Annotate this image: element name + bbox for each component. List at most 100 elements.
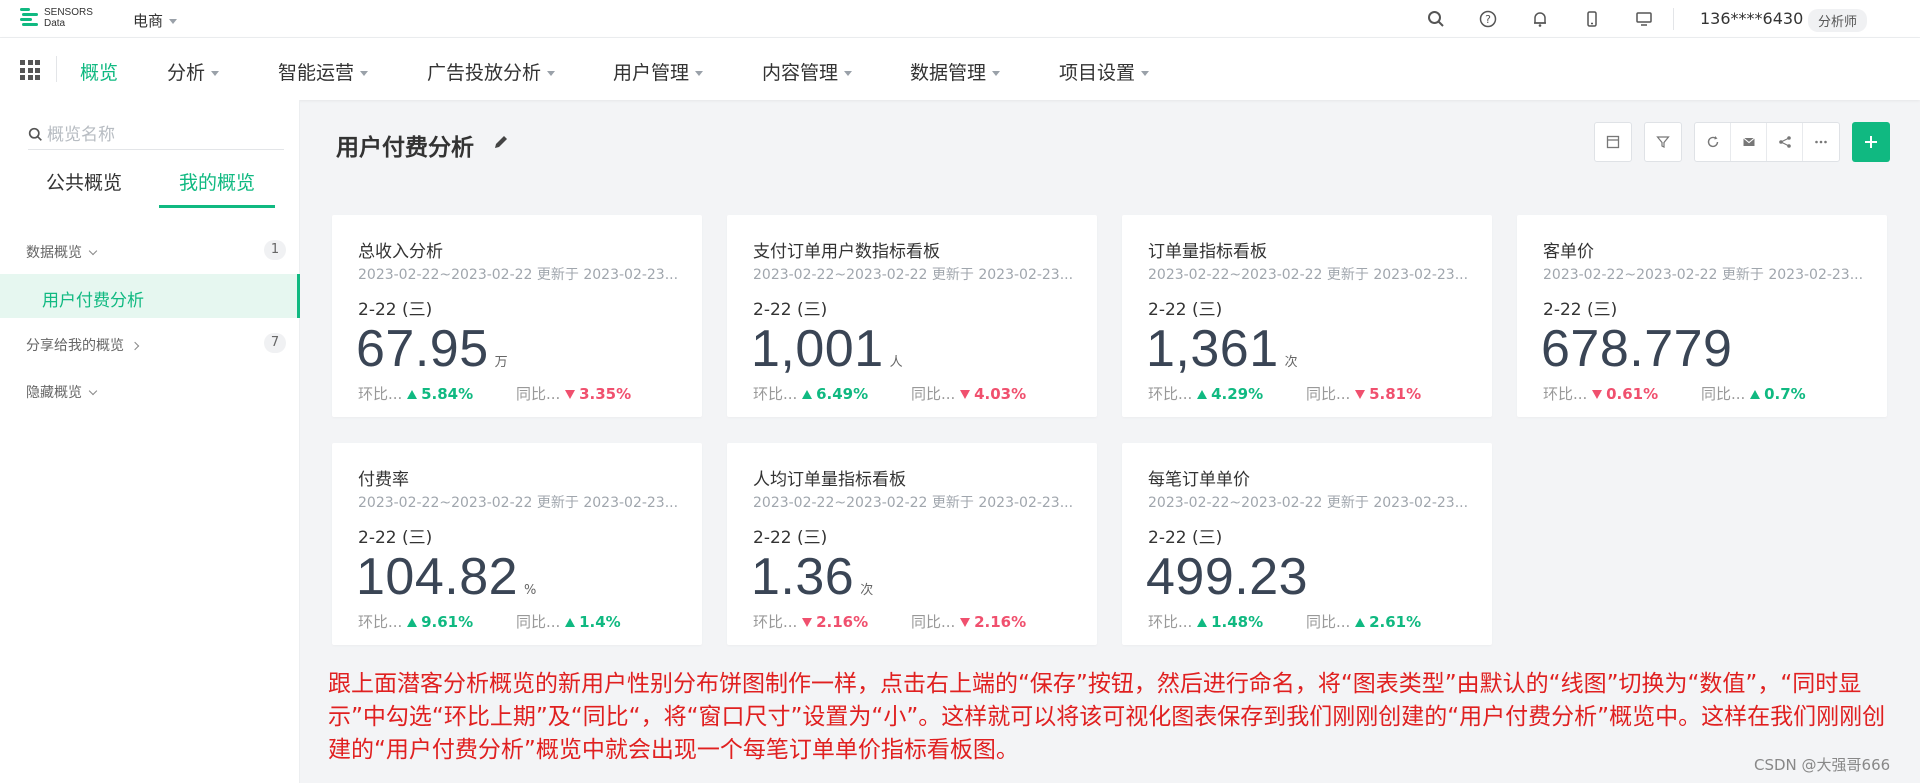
- trend-arrow-icon: [407, 390, 418, 399]
- caret-down-icon: [169, 19, 178, 24]
- dashboard-card[interactable]: 总收入分析 2023-02-22~2023-02-22 更新于 2023-02-…: [332, 215, 702, 417]
- card-meta: 2023-02-22~2023-02-22 更新于 2023-02-23...: [358, 495, 679, 511]
- group-data-overview[interactable]: 数据概览 1: [26, 240, 286, 262]
- card-compare-period: 环比... 4.29%: [1148, 383, 1263, 404]
- project-name: 电商: [133, 12, 164, 30]
- more-icon[interactable]: [1803, 123, 1839, 161]
- user-name[interactable]: 136****6430: [1700, 9, 1803, 28]
- add-button[interactable]: [1852, 122, 1890, 162]
- share-icon[interactable]: [1767, 123, 1803, 161]
- compare-label: 同比...: [911, 385, 956, 403]
- trend-arrow-icon: [565, 618, 576, 627]
- compare-value: 4.03%: [974, 385, 1027, 403]
- nav-item-user-mgmt[interactable]: 用户管理: [613, 58, 704, 85]
- compare-label: 环比...: [1543, 385, 1588, 403]
- divider: [56, 56, 57, 82]
- caret-down-icon: [211, 71, 220, 76]
- group-shared-with-me[interactable]: 分享给我的概览 7: [26, 333, 286, 355]
- card-value: 499.23: [1146, 547, 1314, 607]
- card-value: 67.95 万: [356, 319, 508, 379]
- group-hidden[interactable]: 隐藏概览: [26, 382, 286, 402]
- search-input[interactable]: [47, 124, 267, 145]
- compare-label: 同比...: [1306, 385, 1351, 403]
- trend-arrow-icon: [1355, 618, 1366, 627]
- apps-grid-icon[interactable]: [20, 60, 40, 80]
- logo-text: SENSORS Data: [44, 7, 93, 29]
- card-value-number: 499.23: [1146, 548, 1309, 606]
- chevron-right-icon: [130, 341, 140, 351]
- svg-text:?: ?: [1485, 13, 1491, 26]
- dashboard-card[interactable]: 支付订单用户数指标看板 2023-02-22~2023-02-22 更新于 20…: [727, 215, 1097, 417]
- card-compare-period: 环比... 2.16%: [753, 611, 868, 632]
- card-compare-period: 环比... 6.49%: [753, 383, 868, 404]
- compare-value: 3.35%: [579, 385, 632, 403]
- search-icon[interactable]: [1410, 6, 1462, 32]
- compare-value: 2.61%: [1369, 613, 1422, 631]
- card-value-unit: 次: [860, 583, 874, 598]
- help-icon[interactable]: ?: [1462, 6, 1514, 32]
- compare-value: 6.49%: [816, 385, 869, 403]
- nav-item-ad-analysis[interactable]: 广告投放分析: [427, 58, 556, 85]
- mail-icon[interactable]: [1731, 123, 1767, 161]
- toolbar-group-3: [1694, 122, 1840, 162]
- card-value-unit: %: [524, 583, 537, 598]
- dashboard-card[interactable]: 人均订单量指标看板 2023-02-22~2023-02-22 更新于 2023…: [727, 443, 1097, 645]
- tab-my-overview[interactable]: 我的概览: [159, 168, 275, 208]
- card-value: 1,361 次: [1146, 319, 1298, 379]
- card-value: 1,001 人: [751, 319, 903, 379]
- card-date: 2-22 (三): [358, 300, 433, 320]
- mobile-icon[interactable]: [1566, 6, 1618, 32]
- sidebar-search: [28, 120, 284, 150]
- group-count: 1: [264, 240, 286, 260]
- nav-item-content-mgmt[interactable]: 内容管理: [762, 58, 853, 85]
- card-value-unit: 万: [494, 355, 508, 370]
- trend-arrow-icon: [960, 618, 971, 627]
- compare-value: 2.16%: [816, 613, 869, 631]
- card-meta: 2023-02-22~2023-02-22 更新于 2023-02-23...: [1543, 267, 1864, 283]
- card-value: 678.779: [1541, 319, 1738, 379]
- pencil-icon[interactable]: [492, 133, 510, 151]
- card-compare-period: 环比... 5.84%: [358, 383, 473, 404]
- compare-label: 环比...: [358, 385, 403, 403]
- watermark: CSDN @大强哥666: [1754, 756, 1891, 774]
- card-meta: 2023-02-22~2023-02-22 更新于 2023-02-23...: [358, 267, 679, 283]
- nav-item-data-mgmt[interactable]: 数据管理: [910, 58, 1001, 85]
- caret-down-icon: [547, 71, 556, 76]
- nav-item-overview[interactable]: 概览: [80, 58, 118, 85]
- nav-item-analysis[interactable]: 分析: [167, 58, 220, 85]
- card-compare-year: 同比... 3.35%: [516, 383, 631, 404]
- card-value-number: 1,361: [1146, 320, 1279, 378]
- dashboard-card[interactable]: 订单量指标看板 2023-02-22~2023-02-22 更新于 2023-0…: [1122, 215, 1492, 417]
- compare-value: 9.61%: [421, 613, 474, 631]
- compare-label: 环比...: [1148, 385, 1193, 403]
- bell-icon[interactable]: [1514, 6, 1566, 32]
- dashboard-card[interactable]: 付费率 2023-02-22~2023-02-22 更新于 2023-02-23…: [332, 443, 702, 645]
- sidebar-item-user-payment[interactable]: 用户付费分析: [0, 274, 300, 318]
- layout-icon[interactable]: [1595, 123, 1631, 161]
- filter-icon[interactable]: [1645, 123, 1681, 161]
- card-value-number: 678.779: [1541, 320, 1733, 378]
- logo[interactable]: SENSORS Data: [18, 6, 93, 30]
- main-nav: 概览 分析 智能运营 广告投放分析 用户管理 内容管理 数据管理 项目设置: [0, 38, 1920, 100]
- project-switcher[interactable]: 电商: [133, 10, 178, 31]
- refresh-icon[interactable]: [1695, 123, 1731, 161]
- chevron-down-icon: [88, 386, 98, 396]
- dashboard-card[interactable]: 每笔订单单价 2023-02-22~2023-02-22 更新于 2023-02…: [1122, 443, 1492, 645]
- caret-down-icon: [992, 71, 1001, 76]
- card-date: 2-22 (三): [358, 528, 433, 548]
- tab-public-overview[interactable]: 公共概览: [46, 168, 122, 208]
- compare-value: 1.4%: [579, 613, 621, 631]
- nav-item-project-settings[interactable]: 项目设置: [1059, 58, 1150, 85]
- toolbar-group-1: [1594, 122, 1632, 162]
- sidebar-item-label: 用户付费分析: [42, 291, 144, 311]
- logo-icon: [18, 6, 40, 30]
- nav-item-smart-ops[interactable]: 智能运营: [278, 58, 369, 85]
- card-compare-year: 同比... 4.03%: [911, 383, 1026, 404]
- card-compare-year: 同比... 2.16%: [911, 611, 1026, 632]
- caret-down-icon: [695, 71, 704, 76]
- card-value-unit: 人: [889, 355, 903, 370]
- compare-value: 2.16%: [974, 613, 1027, 631]
- trend-arrow-icon: [802, 618, 813, 627]
- dashboard-card[interactable]: 客单价 2023-02-22~2023-02-22 更新于 2023-02-23…: [1517, 215, 1887, 417]
- monitor-icon[interactable]: [1618, 6, 1670, 32]
